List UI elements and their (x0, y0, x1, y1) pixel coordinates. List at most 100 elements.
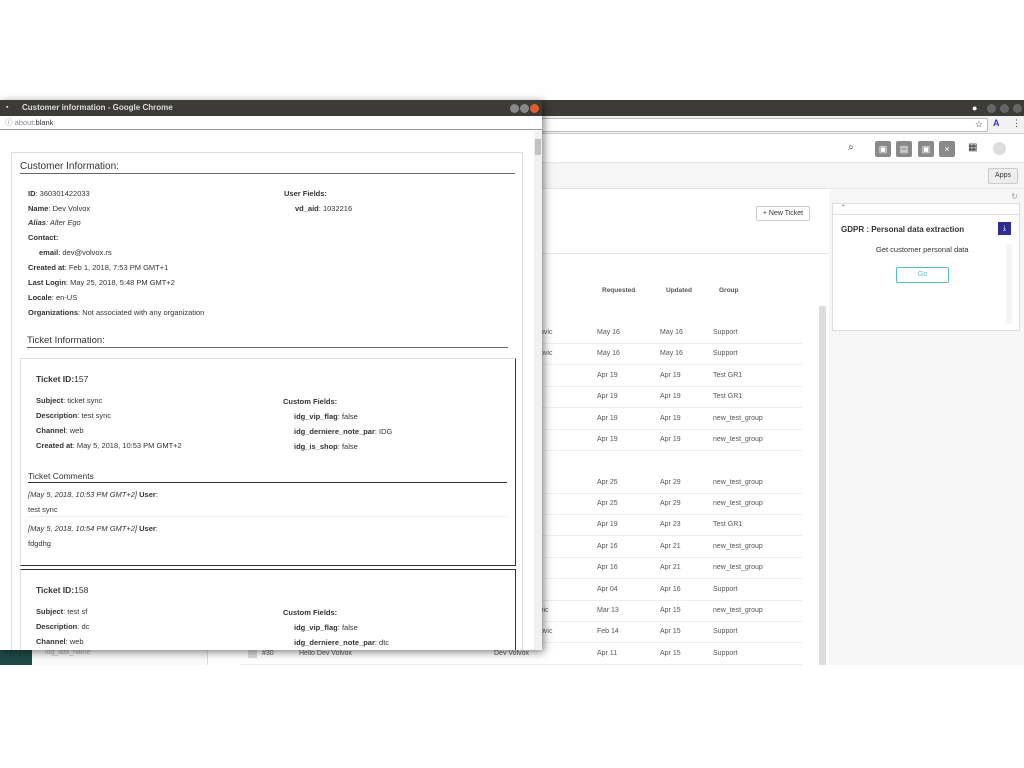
column-header-requested[interactable]: Requested (602, 287, 635, 294)
maximize-button[interactable] (1000, 104, 1009, 113)
table-row[interactable]: Apr 19 Apr 23 Test GR1 (540, 515, 802, 536)
ticket-card-158: Ticket ID:158 Subject: test sf Descripti… (20, 569, 516, 650)
collapse-icon[interactable]: ˆ (842, 204, 845, 213)
row-checkbox[interactable] (248, 649, 257, 658)
column-header-group[interactable]: Group (719, 287, 739, 294)
bookmark-star-icon[interactable]: ☆ (975, 119, 983, 130)
ticket-updated: Apr 23 (660, 521, 681, 528)
table-scrollbar[interactable] (819, 306, 826, 665)
table-row[interactable]: Apr 19 Apr 19 Test GR1 (540, 387, 802, 408)
customer-name: Dev Volvox (52, 204, 91, 213)
customer-alias: Alter Ego (49, 218, 81, 227)
ticket-requested: May 16 (597, 350, 620, 357)
ticket-group: Support (713, 628, 738, 635)
table-row[interactable]: Apr 25 Apr 29 new_test_group (540, 473, 802, 494)
table-row[interactable]: Apr 25 Apr 29 new_test_group (540, 494, 802, 515)
ticket-updated: Apr 15 (660, 650, 681, 657)
table-row[interactable]: Apr 16 Apr 21 new_test_group (540, 537, 802, 558)
go-button[interactable]: Go (896, 267, 949, 283)
label: idg_derniere_note_par (294, 638, 375, 647)
comment-body: test sync (28, 505, 58, 514)
label: Created at (36, 441, 73, 450)
label: Channel (36, 426, 66, 435)
menu-icon[interactable]: ⋮ (1012, 118, 1021, 129)
ticket-group: new_test_group (713, 607, 763, 614)
table-row[interactable]: Apr 19 Apr 19 new_test_group (540, 430, 802, 451)
cube-icon[interactable]: ▣ (918, 141, 934, 157)
popup-scrollbar[interactable] (534, 131, 542, 650)
label: Ticket ID: (36, 374, 75, 384)
field-input[interactable]: idg_last_name (45, 649, 91, 656)
minimize-button[interactable] (510, 104, 519, 113)
ticket-group: Test GR1 (713, 372, 743, 379)
close-button[interactable] (1013, 104, 1022, 113)
table-row[interactable]: ovic May 16 May 16 Support (540, 323, 802, 344)
ticket-updated: May 16 (660, 329, 683, 336)
avatar-icon[interactable] (993, 142, 1006, 155)
comments-heading: Ticket Comments (28, 471, 507, 483)
ticket-description: dc (81, 622, 90, 631)
ticket-updated: Apr 21 (660, 564, 681, 571)
gdpr-app: ˆ GDPR : Personal data extraction ⤓ Get … (832, 203, 1020, 331)
download-icon[interactable]: ⤓ (998, 222, 1011, 235)
ticket-subject[interactable]: Hello Dev Volvox (299, 650, 352, 657)
window-icon: ▪ (6, 104, 9, 111)
close-button[interactable] (530, 104, 539, 113)
ticket-requested: Apr 11 (597, 650, 618, 657)
label: idg_is_shop (294, 442, 338, 451)
grid-icon[interactable]: ▦ (968, 142, 977, 153)
is-shop-value: false (341, 442, 358, 451)
extension-icon[interactable]: A (993, 118, 1000, 128)
url-scheme: about: (14, 118, 36, 127)
search-icon[interactable]: ⌕ (848, 142, 854, 153)
ticket-requester: Dev Volvox (494, 650, 530, 657)
comment-timestamp: [May 5, 2018, 10:54 PM GMT+2] (28, 524, 138, 533)
label: Organizations (28, 308, 79, 317)
ticket-updated: Apr 15 (660, 628, 681, 635)
ticket-updated: May 16 (660, 350, 683, 357)
new-ticket-button[interactable]: + New Ticket (756, 206, 810, 221)
ticket-description: test sync (81, 411, 112, 420)
custom-fields-label: Custom Fields: (283, 608, 338, 617)
popup-address-bar[interactable]: ⓘ about:blank (0, 116, 542, 130)
profile-icon[interactable]: ● (972, 103, 977, 113)
ticket-group: Support (713, 329, 738, 336)
custom-fields-label: Custom Fields: (283, 397, 338, 406)
cube-icon[interactable]: ▣ (875, 141, 891, 157)
url-path: blank (35, 118, 54, 127)
label: Channel (36, 637, 66, 646)
ticket-group: Support (713, 586, 738, 593)
table-row[interactable]: Apr 16 Apr 21 new_test_group (540, 558, 802, 579)
customer-info-content: Customer Information: ID: 360301422033 N… (11, 152, 523, 650)
table-row[interactable]: ovic Feb 14 Apr 15 Support (540, 622, 802, 643)
label: Description (36, 411, 78, 420)
user-fields-label: User Fields: (284, 189, 327, 198)
minimize-button[interactable] (987, 104, 996, 113)
derniere-note-value: IDG (379, 427, 393, 436)
table-row[interactable]: Apr 04 Apr 16 Support (540, 580, 802, 601)
sidebar-footer (0, 650, 32, 665)
label: Locale (28, 293, 52, 302)
refresh-icon[interactable]: ↻ (1011, 192, 1018, 201)
table-row[interactable]: Apr 19 Apr 19 Test GR1 (540, 366, 802, 387)
ticket-card-157: Ticket ID:157 Subject: ticket sync Descr… (20, 358, 516, 566)
table-row[interactable]: vic Mar 13 Apr 15 new_test_group (540, 601, 802, 622)
ticket-updated: Apr 15 (660, 607, 681, 614)
table-row[interactable]: ovic May 16 May 16 Support (540, 344, 802, 365)
chat-icon[interactable]: ▤ (896, 141, 912, 157)
ticket-group: Support (713, 650, 738, 657)
ticket-group: new_test_group (713, 415, 763, 422)
ticket-requested: Apr 25 (597, 479, 618, 486)
table-row[interactable]: Apr 19 Apr 19 new_test_group (540, 409, 802, 430)
ticket-requested: Apr 19 (597, 372, 618, 379)
app-scrollbar[interactable] (1006, 244, 1012, 324)
label: Name (28, 204, 49, 213)
ticket-requested: Apr 16 (597, 564, 618, 571)
ticket-group: new_test_group (713, 564, 763, 571)
maximize-button[interactable] (520, 104, 529, 113)
ticket-updated: Apr 19 (660, 393, 681, 400)
column-header-updated[interactable]: Updated (666, 287, 692, 294)
apps-button[interactable]: Apps (988, 168, 1018, 184)
ticket-updated: Apr 19 (660, 372, 681, 379)
message-icon[interactable]: × (939, 141, 955, 157)
